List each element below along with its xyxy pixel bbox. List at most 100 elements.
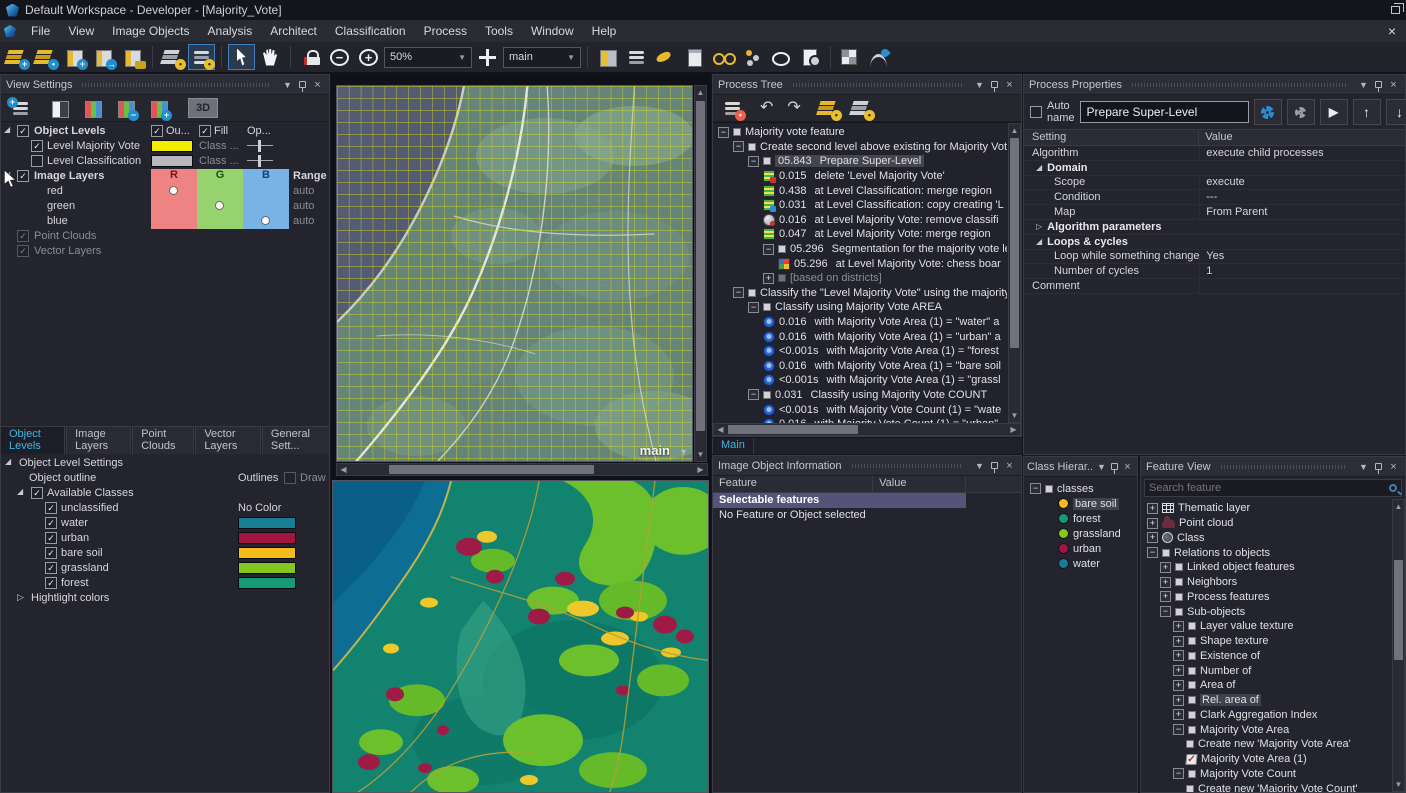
tree-row[interactable]: ◢✓Object Levels✓Ou...✓FillOp...	[1, 124, 329, 139]
class-color-swatch[interactable]	[238, 562, 296, 574]
pp-row[interactable]: Algorithmexecute child processes	[1024, 146, 1405, 161]
expanded-arrow-icon[interactable]: ◢	[4, 125, 10, 134]
view-classification-button[interactable]	[652, 44, 679, 70]
feature-view-row[interactable]: +Layer value texture	[1145, 619, 1391, 634]
expand-plus-icon[interactable]: +	[1173, 709, 1184, 720]
undo-button[interactable]: ↶	[760, 100, 773, 116]
tree-row[interactable]: ✓forest	[1, 576, 329, 591]
pp-value-cell[interactable]: ---	[1199, 190, 1405, 204]
channel-cell[interactable]	[243, 184, 289, 199]
class-visibility-checkbox[interactable]: ✓	[45, 562, 57, 574]
menu-item-analysis[interactable]: Analysis	[199, 22, 262, 40]
process-tree-row[interactable]: <0.001swith Majority Vote Count (1) = "w…	[715, 402, 1007, 417]
pin-icon[interactable]	[991, 81, 998, 88]
feature-view-row[interactable]: −Majority Vote Area	[1145, 722, 1391, 737]
level-checkbox[interactable]	[31, 155, 43, 167]
expand-plus-icon[interactable]: +	[1147, 503, 1158, 514]
channel-assignment-radio[interactable]	[169, 186, 178, 195]
process-tree-hscrollbar[interactable]: ◀ ▶	[713, 423, 1021, 436]
outline-color-swatch[interactable]	[151, 140, 193, 152]
expanded-arrow-icon[interactable]: ◢	[1036, 163, 1042, 172]
process-tree-row[interactable]: −Classify using Majority Vote AREA	[715, 300, 1007, 315]
area-selection-lock-button[interactable]	[297, 44, 324, 70]
scroll-down-icon[interactable]: ▼	[1392, 778, 1405, 791]
expand-plus-icon[interactable]: +	[1173, 621, 1184, 632]
tree-row[interactable]: ✓grassland	[1, 561, 329, 576]
process-properties-titlebar[interactable]: Process Properties ▼ ×	[1024, 75, 1405, 95]
channel-header-B[interactable]: B	[243, 169, 289, 184]
expand-plus-icon[interactable]: +	[1147, 532, 1158, 543]
run-settings-button[interactable]	[1287, 99, 1315, 125]
algorithm-settings-button[interactable]	[1254, 99, 1282, 125]
tree-row[interactable]: ◢✓Available Classes	[1, 486, 329, 501]
tree-row[interactable]: blueauto	[1, 214, 329, 229]
tree-row[interactable]: redauto	[1, 184, 329, 199]
channel-cell[interactable]	[197, 214, 243, 229]
panning-hand-button[interactable]	[257, 44, 284, 70]
image-layer-history-button[interactable]: •	[159, 44, 186, 70]
execute-processes-button[interactable]: •	[815, 95, 842, 121]
menu-item-process[interactable]: Process	[415, 22, 476, 40]
process-tree-row[interactable]: 0.016with Majority Vote Area (1) = "urba…	[715, 329, 1007, 344]
pp-value-cell[interactable]: From Parent	[1199, 205, 1405, 219]
close-icon[interactable]: ×	[311, 79, 324, 91]
process-tree-row[interactable]: <0.001swith Majority Vote Area (1) = "gr…	[715, 373, 1007, 388]
import-scene-button[interactable]: →	[90, 44, 117, 70]
channel-cell[interactable]	[151, 199, 197, 214]
pp-row[interactable]: ◢Loops & cycles	[1024, 235, 1405, 250]
tab-vector-layers[interactable]: Vector Layers	[195, 426, 261, 454]
process-tree-row[interactable]: 0.016with Majority Vote Area (1) = "wate…	[715, 315, 1007, 330]
feature-view-row[interactable]: +Thematic layer	[1145, 501, 1391, 516]
delete-levels-button[interactable]: •	[848, 95, 875, 121]
tree-row[interactable]: ✓Point Clouds	[1, 229, 329, 244]
class-hierarchy-titlebar[interactable]: Class Hierar... ▼ ×	[1024, 457, 1137, 477]
save-process-button[interactable]: •	[719, 95, 746, 121]
process-tree-row[interactable]: 0.016with Majority Vote Area (1) = "bare…	[715, 359, 1007, 374]
move-up-button[interactable]: ↑	[1353, 99, 1381, 125]
process-tree-vscrollbar[interactable]: ▲ ▼	[1008, 123, 1021, 423]
scrollbar-thumb[interactable]	[696, 101, 705, 431]
channel-cell[interactable]	[151, 184, 197, 199]
expand-plus-icon[interactable]: +	[1160, 577, 1171, 588]
collapsed-arrow-icon[interactable]: ▷	[1036, 222, 1042, 231]
pp-row[interactable]: Comment	[1024, 279, 1405, 294]
feature-view-row[interactable]: +Linked object features	[1145, 560, 1391, 575]
map-select[interactable]: main▼	[503, 47, 581, 68]
scroll-up-icon[interactable]: ▲	[1008, 124, 1021, 137]
split-view-button[interactable]	[594, 44, 621, 70]
feature-view-row[interactable]: +Neighbors	[1145, 575, 1391, 590]
fill-col-checkbox[interactable]: ✓	[199, 125, 211, 137]
expand-plus-icon[interactable]: +	[1173, 665, 1184, 676]
close-icon[interactable]: ×	[1387, 461, 1400, 473]
value-column-header[interactable]: Value	[1199, 130, 1405, 145]
class-item-row[interactable]: grassland	[1026, 526, 1135, 541]
feature-view-row[interactable]: +Existence of	[1145, 649, 1391, 664]
open-workspace-button[interactable]	[119, 44, 146, 70]
scroll-down-icon[interactable]: ▼	[1008, 409, 1021, 422]
redo-button[interactable]: ↷	[787, 100, 800, 116]
expand-minus-icon[interactable]: −	[1030, 483, 1041, 494]
level-checkbox[interactable]: ✓	[31, 140, 43, 152]
feature-view-row[interactable]: +Point cloud	[1145, 516, 1391, 531]
outline-col-checkbox[interactable]: ✓	[151, 125, 163, 137]
process-tree-row[interactable]: 0.438at Level Classification: merge regi…	[715, 183, 1007, 198]
feature-view-row[interactable]: −Majority Vote Count	[1145, 767, 1391, 782]
tab-object-levels[interactable]: Object Levels	[0, 426, 65, 454]
map-horizontal-scrollbar[interactable]: ◀ ▶	[336, 463, 708, 476]
process-tree-row[interactable]: 0.031at Level Classification: copy creat…	[715, 198, 1007, 213]
collapsed-arrow-icon[interactable]: ▷	[17, 592, 24, 603]
pan-tool-button[interactable]	[474, 44, 501, 70]
expand-plus-icon[interactable]: +	[1160, 562, 1171, 573]
zoom-to-window-button[interactable]	[797, 44, 824, 70]
pp-row[interactable]: ▷Algorithm parameters	[1024, 220, 1405, 235]
rgb-layer-view-button[interactable]	[79, 95, 106, 121]
panel-menu-icon[interactable]: ▼	[973, 461, 986, 471]
tree-row[interactable]: ✓Vector Layers	[1, 244, 329, 259]
view-3d-button[interactable]: 3D	[188, 98, 218, 118]
class-color-swatch[interactable]	[238, 532, 296, 544]
feature-view-row[interactable]: +Area of	[1145, 678, 1391, 693]
zoom-out-button[interactable]	[326, 44, 353, 70]
scroll-up-icon[interactable]: ▲	[1392, 500, 1405, 513]
panel-menu-icon[interactable]: ▼	[1095, 462, 1108, 472]
process-name-input[interactable]	[1080, 101, 1249, 123]
